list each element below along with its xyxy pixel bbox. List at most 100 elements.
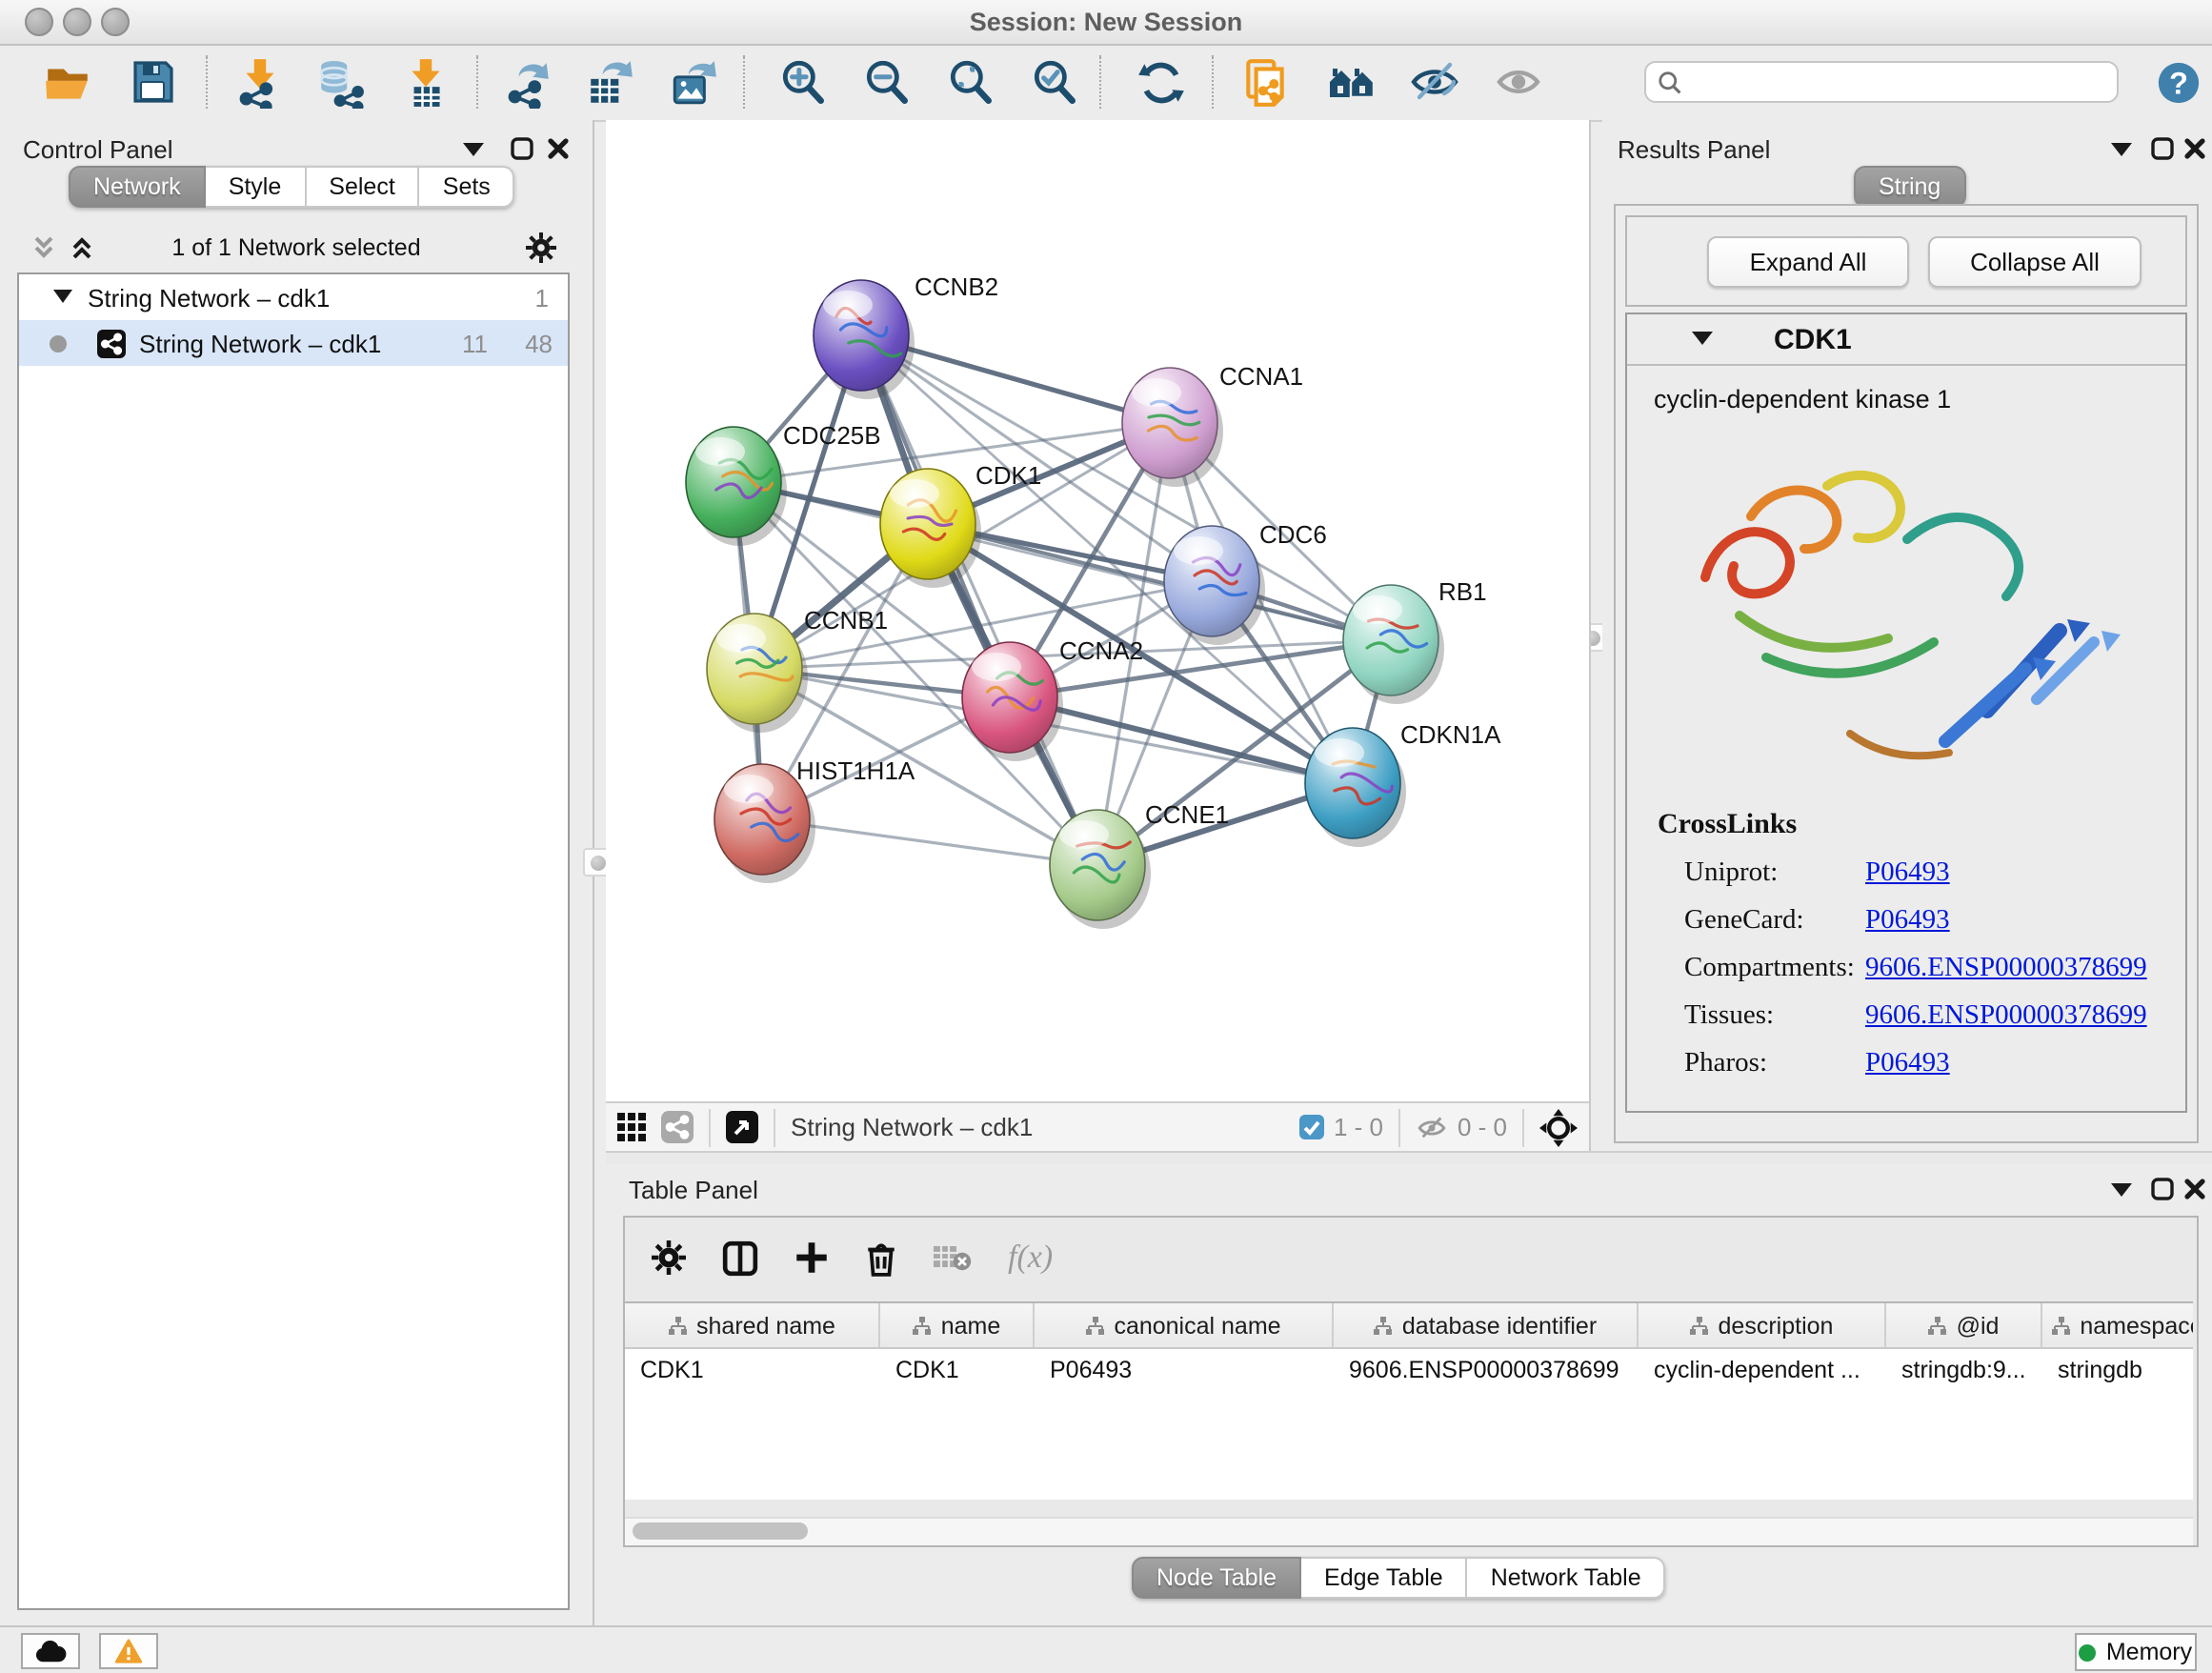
toolbar-search xyxy=(1644,61,2119,103)
tree-expand-arrow-icon[interactable] xyxy=(53,290,72,305)
apply-layout-icon[interactable] xyxy=(1128,50,1193,114)
table-settings-icon[interactable] xyxy=(652,1240,686,1275)
network-tree-root-row[interactable]: String Network – cdk1 1 xyxy=(19,274,568,320)
network-node-ccna1[interactable]: CCNA1 xyxy=(1122,362,1303,487)
zoom-selected-icon[interactable] xyxy=(1021,50,1086,114)
tab-edge-table[interactable]: Edge Table xyxy=(1301,1557,1468,1599)
open-session-icon[interactable] xyxy=(34,50,99,114)
column-header-shared-name[interactable]: shared name xyxy=(625,1303,880,1347)
tab-sets[interactable]: Sets xyxy=(420,166,515,208)
columns-icon[interactable] xyxy=(722,1240,758,1276)
network-canvas[interactable]: CCNB2CCNA1CDC25BCDK1CDC6RB1CCNB1CCNA2CDK… xyxy=(606,120,1589,1099)
float-panel-arrow-icon[interactable] xyxy=(2111,143,2132,158)
table-row[interactable]: CDK1CDK1P064939606.ENSP00000378699cyclin… xyxy=(625,1349,2193,1383)
network-node-hist1h1a[interactable]: HIST1H1A xyxy=(714,756,915,883)
column-header-namespace[interactable]: namespace xyxy=(2042,1303,2193,1347)
tab-string[interactable]: String xyxy=(1854,166,1965,208)
warning-button[interactable] xyxy=(99,1633,158,1669)
node-label: HIST1H1A xyxy=(796,756,915,785)
birdseye-icon[interactable] xyxy=(726,1111,758,1143)
show-selected-icon[interactable] xyxy=(1486,50,1551,114)
float-panel-arrow-icon[interactable] xyxy=(463,143,484,158)
import-table-icon[interactable] xyxy=(392,50,457,114)
zoom-out-icon[interactable] xyxy=(854,50,918,114)
network-node-ccnb1[interactable]: CCNB1 xyxy=(707,606,888,733)
export-table-icon[interactable] xyxy=(577,50,642,114)
network-options-gear-icon[interactable] xyxy=(526,232,556,263)
float-panel-icon[interactable] xyxy=(2151,137,2174,160)
network-node-ccnb2[interactable]: CCNB2 xyxy=(814,272,998,399)
show-all-nodes-icon[interactable] xyxy=(1320,50,1385,114)
table-cell[interactable]: stringdb xyxy=(2042,1349,2193,1383)
hidden-eye-icon[interactable] xyxy=(1416,1114,1448,1140)
grid-view-icon[interactable] xyxy=(617,1113,646,1141)
float-panel-icon[interactable] xyxy=(511,137,533,160)
crosslink-link[interactable]: P06493 xyxy=(1865,905,1950,937)
close-panel-icon[interactable] xyxy=(2183,1178,2206,1200)
toolbar-separator xyxy=(1099,55,1101,109)
crosslink-label: Pharos: xyxy=(1684,1048,1865,1080)
zoom-fit-icon[interactable] xyxy=(937,50,1002,114)
collapse-all-button[interactable]: Collapse All xyxy=(1928,236,2142,288)
table-cell[interactable]: stringdb:9... xyxy=(1886,1349,2042,1383)
memory-button[interactable]: Memory xyxy=(2075,1633,2197,1671)
network-node-cdkn1a[interactable]: CDKN1A xyxy=(1305,720,1501,847)
section-collapse-arrow-icon[interactable] xyxy=(1692,332,1713,347)
search-input[interactable] xyxy=(1692,67,2105,97)
tab-select[interactable]: Select xyxy=(306,166,420,208)
column-header-description[interactable]: description xyxy=(1639,1303,1886,1347)
node-count: 11 xyxy=(462,329,488,357)
network-tree-row-selected[interactable]: String Network – cdk1 11 48 xyxy=(19,320,568,366)
float-panel-icon[interactable] xyxy=(2151,1178,2174,1200)
network-node-rb1[interactable]: RB1 xyxy=(1343,577,1487,704)
network-edge[interactable] xyxy=(861,335,1097,865)
export-network-icon[interactable] xyxy=(495,50,560,114)
table-cell[interactable]: CDK1 xyxy=(880,1349,1035,1383)
table-cell[interactable]: 9606.ENSP00000378699 xyxy=(1334,1349,1639,1383)
save-session-icon[interactable] xyxy=(120,50,185,114)
copy-style-icon[interactable] xyxy=(1233,50,1297,114)
import-network-file-icon[interactable] xyxy=(227,50,292,114)
export-image-icon[interactable] xyxy=(661,50,726,114)
cloud-button[interactable] xyxy=(21,1633,80,1669)
node-table: shared namenamecanonical namedatabase id… xyxy=(625,1301,2193,1500)
gene-section-header[interactable]: CDK1 xyxy=(1627,314,2185,366)
zoom-in-icon[interactable] xyxy=(770,50,835,114)
expand-all-button[interactable]: Expand All xyxy=(1707,236,1909,288)
clear-table-icon[interactable] xyxy=(934,1243,972,1272)
network-node-cdk1[interactable]: CDK1 xyxy=(880,461,1041,588)
tab-network-table[interactable]: Network Table xyxy=(1468,1557,1666,1599)
delete-column-icon[interactable] xyxy=(865,1240,897,1276)
network-node-ccne1[interactable]: CCNE1 xyxy=(1050,800,1229,929)
share-view-icon[interactable] xyxy=(661,1111,694,1143)
tab-network[interactable]: Network xyxy=(69,166,206,208)
table-cell[interactable]: cyclin-dependent ... xyxy=(1639,1349,1886,1383)
float-panel-arrow-icon[interactable] xyxy=(2111,1183,2132,1199)
table-cell[interactable]: P06493 xyxy=(1035,1349,1334,1383)
column-tree-icon xyxy=(1085,1316,1104,1335)
close-panel-icon[interactable] xyxy=(2183,137,2206,160)
column-header-canonical-name[interactable]: canonical name xyxy=(1035,1303,1334,1347)
node-label: CDC25B xyxy=(783,421,881,450)
selected-checkbox[interactable] xyxy=(1299,1115,1324,1139)
tab-style[interactable]: Style xyxy=(206,166,307,208)
crosshair-icon[interactable] xyxy=(1539,1108,1578,1146)
hide-selected-icon[interactable] xyxy=(1402,50,1467,114)
hscrollbar-thumb[interactable] xyxy=(633,1522,808,1540)
crosslink-link[interactable]: P06493 xyxy=(1865,857,1950,890)
help-icon[interactable]: ? xyxy=(2145,50,2210,114)
column-header-name[interactable]: name xyxy=(880,1303,1035,1347)
crosslink-link[interactable]: 9606.ENSP00000378699 xyxy=(1865,953,2147,985)
column-header-database-identifier[interactable]: database identifier xyxy=(1334,1303,1639,1347)
crosslink-label: GeneCard: xyxy=(1684,905,1865,937)
column-header--id[interactable]: @id xyxy=(1886,1303,2042,1347)
import-network-database-icon[interactable] xyxy=(309,50,373,114)
crosslink-link[interactable]: P06493 xyxy=(1865,1048,1950,1080)
close-panel-icon[interactable] xyxy=(547,137,570,160)
network-node-cdc25b[interactable]: CDC25B xyxy=(686,421,881,546)
tab-node-table[interactable]: Node Table xyxy=(1132,1557,1301,1599)
crosslink-link[interactable]: 9606.ENSP00000378699 xyxy=(1865,1000,2147,1033)
add-column-icon[interactable] xyxy=(794,1240,829,1275)
network-node-cdc6[interactable]: CDC6 xyxy=(1164,520,1327,645)
table-cell[interactable]: CDK1 xyxy=(625,1349,880,1383)
